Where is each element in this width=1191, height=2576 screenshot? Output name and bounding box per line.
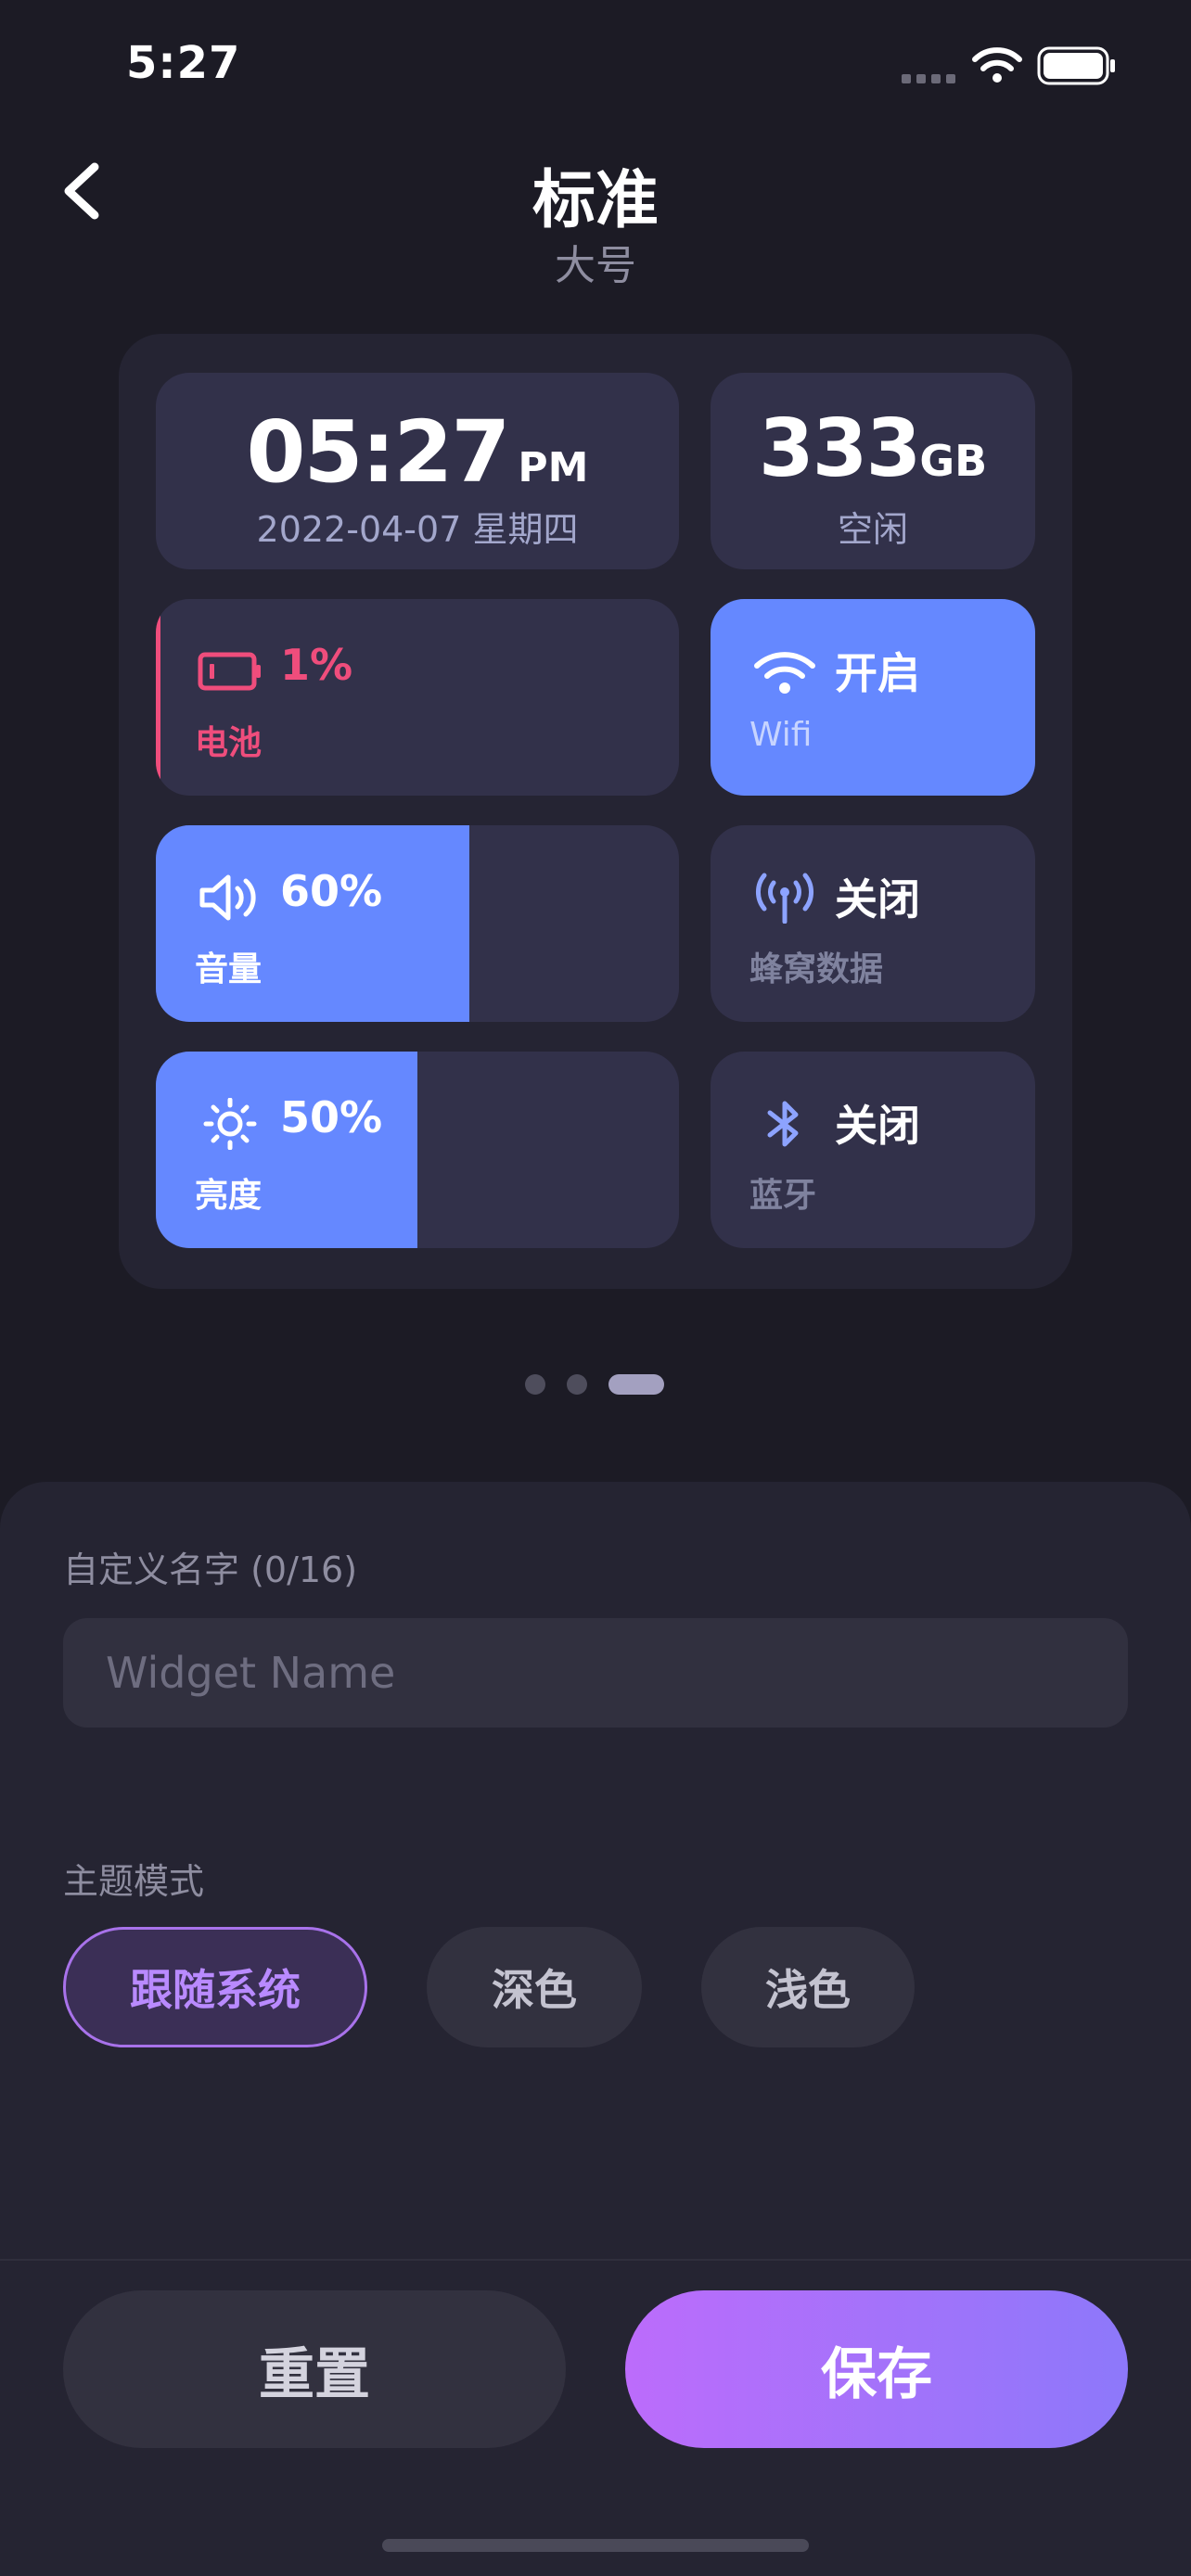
antenna-icon — [756, 873, 813, 924]
storage-label: 空闲 — [837, 509, 908, 550]
bluetooth-icon — [767, 1101, 799, 1147]
volume-level-fill — [156, 825, 470, 1022]
widget-preview[interactable]: 05:27 PM 2022-04-07 星期四 333GB 空闲 1% 电池 开启… — [119, 334, 1072, 1289]
storage-unit: GB — [919, 436, 988, 486]
theme-option-light[interactable]: 浅色 — [701, 1927, 915, 2047]
theme-option-system[interactable]: 跟随系统 — [63, 1927, 367, 2047]
cellular-label: 蜂窝数据 — [749, 950, 884, 988]
brightness-value: 50% — [280, 1092, 383, 1142]
page-title: 标准 — [531, 164, 659, 237]
brightness-label: 亮度 — [195, 1177, 263, 1215]
sun-icon — [203, 1098, 257, 1150]
wifi-icon — [754, 652, 815, 694]
page-dot-3[interactable] — [608, 1374, 664, 1395]
brightness-tile[interactable]: 50% 亮度 — [156, 1052, 679, 1248]
battery-tile: 1% 电池 — [156, 599, 679, 796]
save-button[interactable]: 保存 — [625, 2290, 1128, 2448]
page-dot-2[interactable] — [567, 1374, 587, 1395]
battery-status-icon — [1037, 46, 1115, 85]
volume-label: 音量 — [195, 950, 263, 988]
wifi-tile[interactable]: 开启 Wifi — [711, 599, 1035, 796]
battery-value: 1% — [280, 640, 353, 690]
cellular-value: 关闭 — [835, 874, 920, 925]
theme-option-dark[interactable]: 深色 — [427, 1927, 642, 2047]
clock-date: 2022-04-07 星期四 — [256, 509, 579, 550]
battery-icon — [198, 652, 261, 691]
bluetooth-label: 蓝牙 — [749, 1177, 817, 1215]
name-field-label: 自定义名字 (0/16) — [63, 1549, 358, 1590]
clock-ampm: PM — [518, 444, 589, 491]
volume-value: 60% — [280, 866, 383, 916]
cellular-tile[interactable]: 关闭 蜂窝数据 — [711, 825, 1035, 1022]
clock-time: 05:27 PM — [246, 402, 589, 502]
bluetooth-tile[interactable]: 关闭 蓝牙 — [711, 1052, 1035, 1248]
wifi-value: 开启 — [835, 648, 920, 698]
divider — [0, 2259, 1191, 2261]
theme-mode-label: 主题模式 — [63, 1861, 205, 1902]
page-dot-1[interactable] — [525, 1374, 545, 1395]
page-subtitle: 大号 — [555, 242, 636, 289]
volume-tile[interactable]: 60% 音量 — [156, 825, 679, 1022]
bluetooth-value: 关闭 — [835, 1101, 920, 1151]
home-indicator[interactable] — [382, 2539, 809, 2552]
battery-level-bar — [156, 599, 160, 796]
wifi-status-icon — [972, 47, 1022, 83]
storage-tile: 333GB 空闲 — [711, 373, 1035, 569]
status-time: 5:27 — [126, 37, 241, 89]
brightness-level-fill — [156, 1052, 417, 1248]
speaker-icon — [199, 874, 256, 921]
reset-button[interactable]: 重置 — [63, 2290, 566, 2448]
battery-label: 电池 — [195, 724, 263, 762]
wifi-label: Wifi — [749, 716, 813, 754]
storage-value: 333GB — [758, 402, 988, 495]
cellular-signal-icon — [902, 74, 957, 83]
widget-name-input[interactable] — [63, 1618, 1128, 1728]
clock-tile: 05:27 PM 2022-04-07 星期四 — [156, 373, 679, 569]
